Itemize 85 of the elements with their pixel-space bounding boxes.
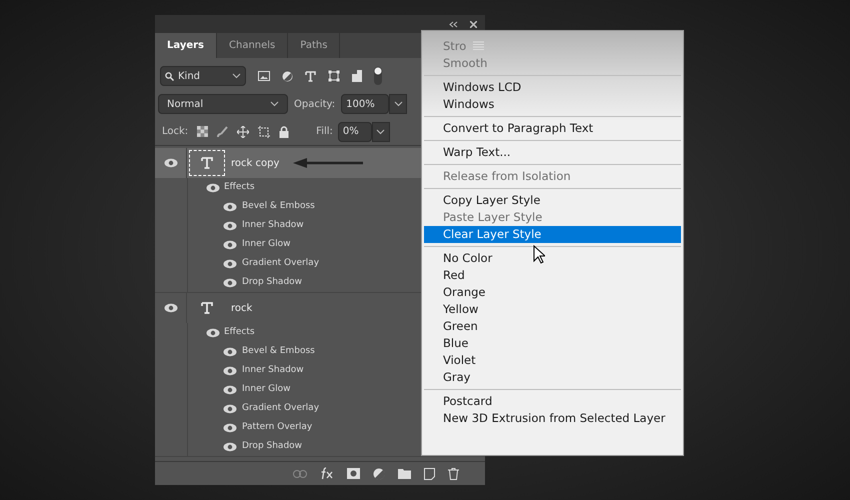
layer-name: rock bbox=[231, 302, 252, 316]
visibility-toggle[interactable] bbox=[206, 328, 220, 338]
effect-name: Bevel & Emboss bbox=[242, 344, 315, 358]
image-filter-icon[interactable] bbox=[258, 71, 270, 81]
new-layer-icon[interactable] bbox=[424, 468, 435, 480]
caret-icon bbox=[394, 101, 403, 107]
opacity-field[interactable]: 100% bbox=[341, 94, 390, 114]
filter-toggle-icon[interactable] bbox=[374, 67, 382, 85]
menu-item[interactable]: Yellow bbox=[424, 301, 681, 318]
visibility-toggle[interactable] bbox=[223, 278, 237, 288]
menu-item[interactable]: Orange bbox=[424, 284, 681, 301]
menu-item[interactable]: Green bbox=[424, 318, 681, 335]
effects-label: Effects bbox=[224, 180, 255, 194]
caret-icon bbox=[270, 101, 279, 107]
arrow-drawing bbox=[293, 157, 364, 169]
fill-dropdown-button[interactable] bbox=[372, 122, 390, 142]
panel-tab[interactable]: Layers bbox=[155, 33, 217, 58]
visibility-toggle[interactable] bbox=[223, 422, 237, 432]
mask-icon[interactable] bbox=[347, 468, 360, 479]
visibility-toggle[interactable] bbox=[223, 202, 237, 212]
visibility-toggle[interactable] bbox=[206, 182, 220, 192]
effect-name: Gradient Overlay bbox=[242, 256, 320, 270]
fill-field[interactable]: 0% bbox=[338, 122, 372, 142]
visibility-toggle[interactable] bbox=[223, 404, 237, 414]
opacity-dropdown-button[interactable] bbox=[389, 94, 408, 114]
menu-item[interactable]: Red bbox=[424, 267, 681, 284]
visibility-toggle[interactable] bbox=[223, 366, 237, 376]
menu-item[interactable]: Windows LCD bbox=[424, 79, 681, 96]
effect-name: Inner Glow bbox=[242, 238, 291, 251]
menu-item[interactable]: Convert to Paragraph Text bbox=[424, 120, 681, 137]
menu-item[interactable]: Clear Layer Style bbox=[424, 226, 681, 243]
lock-icon[interactable] bbox=[279, 126, 290, 138]
lock-label: Lock: bbox=[162, 125, 188, 139]
close-icon[interactable] bbox=[470, 20, 477, 28]
menu-item[interactable]: Postcard bbox=[424, 393, 681, 410]
visibility-toggle[interactable] bbox=[223, 384, 237, 394]
effect-name: Inner Shadow bbox=[242, 364, 304, 377]
shape-filter-icon[interactable] bbox=[328, 70, 340, 82]
fx-icon[interactable] bbox=[320, 467, 334, 480]
fill-label: Fill: bbox=[316, 125, 333, 139]
smart-object-filter-icon[interactable] bbox=[352, 70, 362, 82]
collapse-icon[interactable] bbox=[449, 20, 458, 28]
menu-item[interactable]: No Color bbox=[424, 250, 681, 267]
lock-transparency-icon[interactable] bbox=[197, 126, 208, 137]
effects-label: Effects bbox=[224, 326, 255, 339]
visibility-toggle[interactable] bbox=[223, 346, 237, 356]
visibility-toggle[interactable] bbox=[223, 240, 237, 250]
effect-name: Inner Glow bbox=[242, 382, 291, 396]
opacity-label: Opacity: bbox=[294, 98, 336, 112]
type-filter-icon[interactable] bbox=[305, 70, 316, 82]
panel-tab[interactable]: Paths bbox=[288, 33, 340, 58]
effect-name: Gradient Overlay bbox=[242, 402, 320, 415]
menu-item[interactable]: Violet bbox=[424, 352, 681, 369]
menu-item[interactable]: Gray bbox=[424, 369, 681, 386]
adjustment-icon[interactable] bbox=[373, 468, 385, 480]
adjustment-filter-icon[interactable] bbox=[282, 70, 293, 82]
visibility-toggle[interactable] bbox=[223, 220, 237, 230]
blend-mode-dropdown[interactable]: Normal bbox=[158, 94, 288, 114]
effect-name: Bevel & Emboss bbox=[242, 200, 315, 213]
filter-value: Kind bbox=[178, 70, 202, 84]
move-icon[interactable] bbox=[237, 126, 250, 138]
effect-name: Drop Shadow bbox=[242, 440, 302, 453]
visibility-toggle[interactable] bbox=[164, 303, 178, 313]
menu-item[interactable]: Blue bbox=[424, 335, 681, 352]
menu-item[interactable]: Copy Layer Style bbox=[424, 192, 681, 209]
caret-icon bbox=[376, 128, 386, 134]
menu-item[interactable]: New 3D Extrusion from Selected Layer bbox=[424, 410, 681, 427]
effect-name: Pattern Overlay bbox=[242, 420, 312, 434]
effect-name: Drop Shadow bbox=[242, 276, 302, 289]
brush-icon[interactable] bbox=[217, 126, 228, 138]
visibility-toggle[interactable] bbox=[164, 158, 178, 168]
text-layer-thumbnail bbox=[189, 150, 225, 176]
effect-name: Inner Shadow bbox=[242, 218, 304, 232]
crop-icon[interactable] bbox=[258, 126, 270, 138]
trash-icon[interactable] bbox=[448, 468, 459, 480]
panel-tab[interactable]: Channels bbox=[217, 33, 288, 58]
folder-icon[interactable] bbox=[398, 468, 411, 479]
mouse-pointer-icon bbox=[533, 245, 545, 264]
visibility-toggle[interactable] bbox=[223, 258, 237, 268]
layer-name: rock copy bbox=[231, 156, 280, 170]
caret-icon bbox=[232, 73, 241, 79]
visibility-toggle[interactable] bbox=[223, 442, 237, 452]
filter-dropdown[interactable]: Kind bbox=[160, 66, 246, 86]
search-icon bbox=[165, 72, 174, 80]
menu-item[interactable]: Windows bbox=[424, 96, 681, 113]
